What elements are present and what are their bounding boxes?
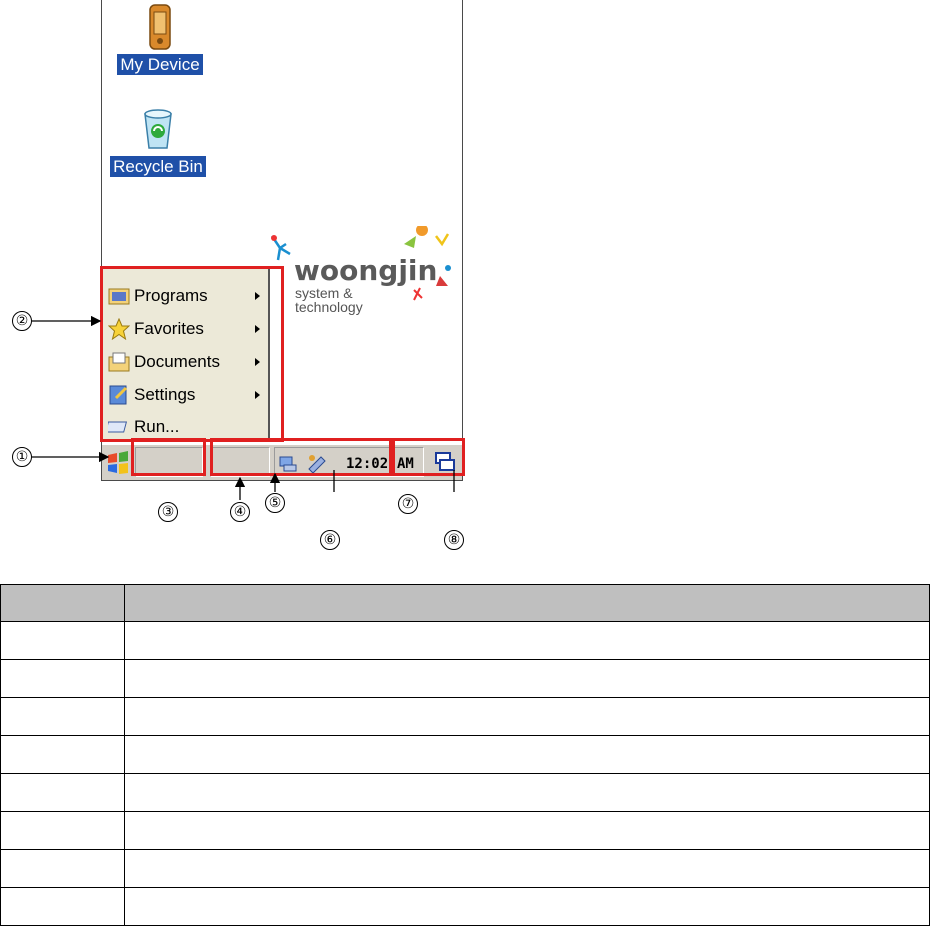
table-cell [124, 811, 930, 850]
callout-3: ③ [158, 502, 178, 522]
table-row [0, 621, 930, 660]
table-cell [0, 773, 125, 812]
table-row [0, 811, 930, 850]
table-cell [0, 887, 125, 926]
callout-7: ⑦ [398, 494, 418, 514]
table-header-cell [124, 584, 930, 622]
table-cell [124, 697, 930, 736]
callout-6: ⑥ [320, 530, 340, 550]
table-header-row [0, 584, 930, 622]
table-row [0, 887, 930, 926]
callout-arrows [32, 315, 455, 500]
table-cell [0, 621, 125, 660]
table-cell [124, 659, 930, 698]
table-cell [0, 735, 125, 774]
callout-5: ⑤ [265, 493, 285, 513]
table-cell [124, 887, 930, 926]
table-cell [124, 849, 930, 888]
table-header-cell [0, 584, 125, 622]
table-cell [124, 621, 930, 660]
callout-8: ⑧ [444, 530, 464, 550]
callout-2: ② [12, 311, 32, 331]
table-cell [0, 849, 125, 888]
table-cell [124, 735, 930, 774]
legend-table [0, 584, 930, 926]
table-cell [0, 659, 125, 698]
table-row [0, 849, 930, 888]
table-cell [0, 697, 125, 736]
table-row [0, 659, 930, 698]
table-cell [0, 811, 125, 850]
callout-4: ④ [230, 502, 250, 522]
table-row [0, 697, 930, 736]
table-row [0, 773, 930, 812]
table-cell [124, 773, 930, 812]
callout-1: ① [12, 447, 32, 467]
table-row [0, 735, 930, 774]
